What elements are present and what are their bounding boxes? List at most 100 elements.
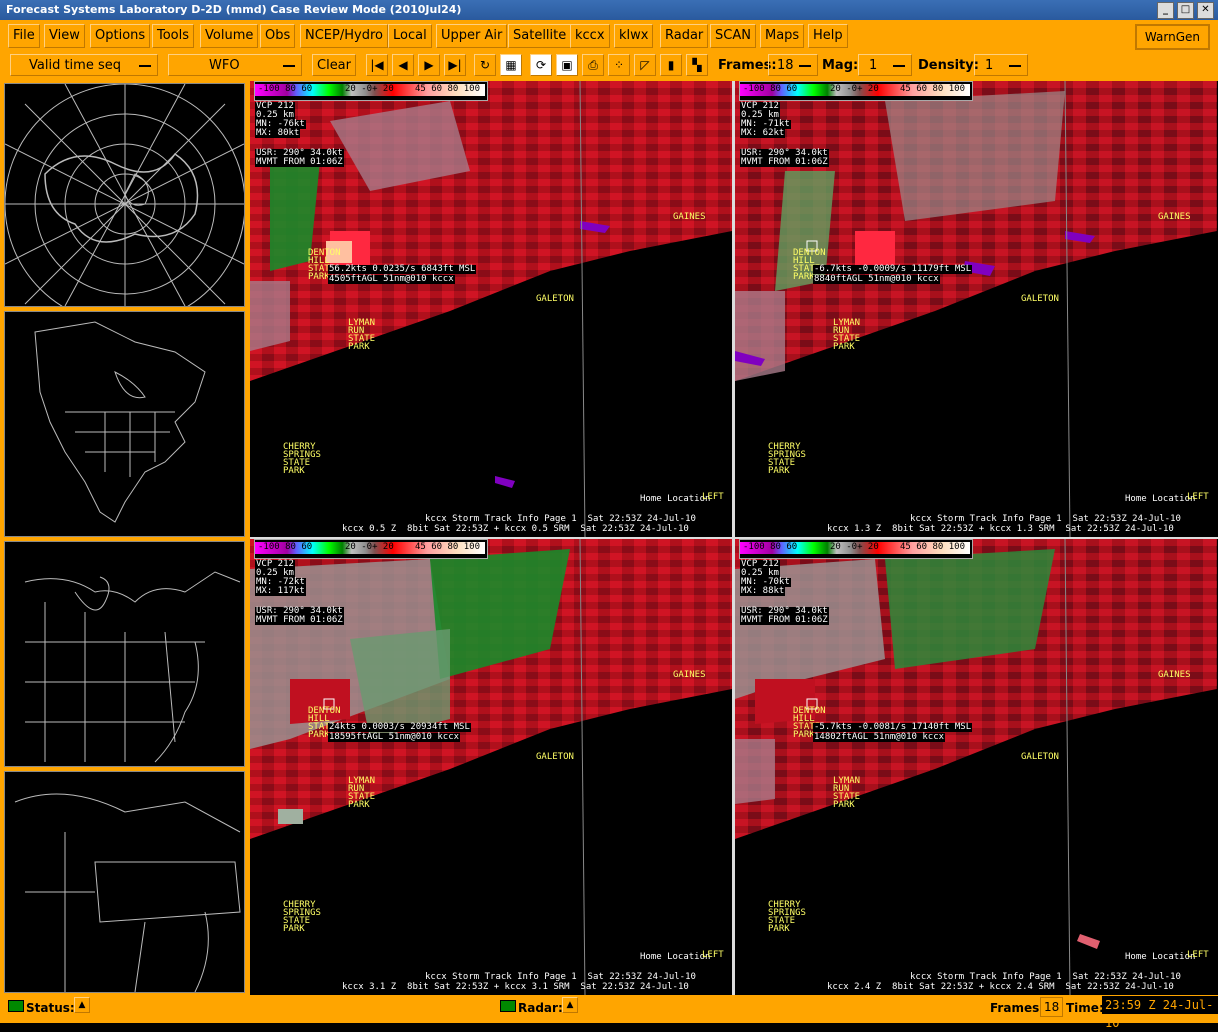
menu-scan[interactable]: SCAN [710,24,756,48]
storm-track-info: kccx Storm Track Info Page 1 Sat 22:53Z … [910,972,1181,982]
pane-divider-horizontal[interactable] [250,537,1218,539]
sample-probe-line2: 8840ftAGL 51nm@010 kccx [813,274,940,284]
baseline-icon[interactable]: ◸ [634,54,656,76]
thumbnail-eastern-us[interactable] [4,541,245,767]
menu-file[interactable]: File [8,24,40,48]
place-galeton: GALETON [1021,294,1059,304]
place-left: LEFT [702,492,724,502]
single-pane-icon[interactable]: ▮ [660,54,682,76]
menu-radar[interactable]: Radar [660,24,709,48]
menu-upper-air[interactable]: Upper Air [436,24,508,48]
menu-local[interactable]: Local [388,24,432,48]
status-expand-icon[interactable]: ▲ [74,997,90,1013]
sample-probe-line2: 4505ftAGL 51nm@010 kccx [328,274,455,284]
frames-value: 18 [777,58,794,73]
points-icon[interactable]: ⁘ [608,54,630,76]
menu-options[interactable]: Options [90,24,151,48]
warngen-button[interactable]: WarnGen [1134,24,1210,50]
next-frame-icon[interactable]: ▶ [418,54,440,76]
close-button[interactable]: ✕ [1197,2,1214,19]
refresh-icon[interactable]: ⟳ [530,54,552,76]
colorbar: -100 80 60 20 -0+ 20 45 60 80 100 [254,81,488,101]
menu-bar: File View Options Tools Volume Obs NCEP/… [0,20,1218,51]
place-gaines: GAINES [1158,212,1191,222]
color-table-icon[interactable]: ▣ [556,54,578,76]
toolbar: Valid time seq WFO Clear |◀ ◀ ▶ ▶| ↻ ▦ ⟳… [0,51,1218,81]
place-gaines: GAINES [673,212,706,222]
frames-dropdown[interactable]: 18 [768,54,818,76]
print-icon[interactable]: ⎙ [582,54,604,76]
colorbar-mid-labels: 20 -0+ 20 [345,542,394,552]
menu-view[interactable]: View [44,24,85,48]
place-lyman-run: LYMAN RUN STATE PARK [833,318,861,352]
storm-track-info: kccx Storm Track Info Page 1 Sat 22:53Z … [425,514,696,524]
mag-dropdown[interactable]: 1 [858,54,912,76]
radar-display-area[interactable]: -100 80 60 20 -0+ 20 45 60 80 100 VCP 21… [250,81,1218,995]
movement-text: MVMT FROM 01:06Z [740,615,829,625]
storm-track-info: kccx Storm Track Info Page 1 Sat 22:53Z … [910,514,1181,524]
maximize-button[interactable]: □ [1177,2,1194,19]
map-thumbnail-sidebar [0,81,250,995]
colorbar-mid-labels: 20 -0+ 20 [830,542,879,552]
mag-label: Mag: [822,58,859,73]
dropdown-arrow-icon [799,65,811,67]
sample-probe-line2: 18595ftAGL 51nm@010 kccx [328,732,461,742]
place-cherry-springs: CHERRY SPRINGS STATE PARK [768,442,806,476]
place-lyman-run: LYMAN RUN STATE PARK [348,318,376,352]
menu-maps[interactable]: Maps [760,24,805,48]
max-text: MX: 80kt [255,128,301,138]
sample-probe-line1: 56.2kts 0.0235/s 6843ft MSL [328,264,477,274]
menu-tools[interactable]: Tools [152,24,195,48]
north-america-map-graphic [34,321,206,523]
time-value: 23:59 Z 24-Jul-10 [1102,996,1218,1030]
menu-kccx[interactable]: kccx [570,24,610,48]
menu-klwx[interactable]: klwx [614,24,654,48]
status-indicator-icon [8,1000,24,1012]
wfo-dropdown[interactable]: WFO [168,54,302,76]
pane-legend: kccx 3.1 Z 8bit Sat 22:53Z + kccx 3.1 SR… [342,982,689,992]
colorbar-left-labels: -100 80 60 [258,84,313,94]
frames-status-label: Frames: [990,1001,1045,1015]
regional-map-graphic [14,793,241,993]
home-location-label: Home Location [1125,494,1196,504]
home-location-label: Home Location [1125,952,1196,962]
radar-pane-1-3[interactable]: -100 80 60 20 -0+ 20 45 60 80 100 VCP 21… [735,81,1217,537]
movement-text: MVMT FROM 01:06Z [740,157,829,167]
radar-pane-2-4[interactable]: -100 80 60 20 -0+ 20 45 60 80 100 VCP 21… [735,539,1217,995]
place-cherry-springs: CHERRY SPRINGS STATE PARK [283,900,321,934]
first-frame-icon[interactable]: |◀ [366,54,388,76]
thumbnail-northern-hemisphere[interactable] [4,83,246,325]
prev-frame-icon[interactable]: ◀ [392,54,414,76]
image-combo-icon[interactable]: ▦ [500,54,522,76]
place-left: LEFT [1187,492,1209,502]
minimize-button[interactable]: _ [1157,2,1174,19]
polar-map-graphic [4,83,246,325]
wfo-label: WFO [209,58,240,73]
colorbar-right-labels: 45 60 80 100 [415,84,481,94]
colorbar-left-labels: -100 80 60 [743,84,798,94]
clear-button[interactable]: Clear [312,54,356,76]
radar-pane-0-5[interactable]: -100 80 60 20 -0+ 20 45 60 80 100 VCP 21… [250,81,732,537]
valid-time-dropdown[interactable]: Valid time seq [10,54,158,76]
place-galeton: GALETON [1021,752,1059,762]
four-pane-icon[interactable]: ▚ [686,54,708,76]
radar-expand-icon[interactable]: ▲ [562,997,578,1013]
menu-ncep-hydro[interactable]: NCEP/Hydro [300,24,388,48]
dropdown-arrow-icon [283,65,295,67]
loop-icon[interactable]: ↻ [474,54,496,76]
status-label: Status: [26,1001,75,1015]
menu-help[interactable]: Help [808,24,848,48]
menu-satellite[interactable]: Satellite [508,24,572,48]
menu-obs[interactable]: Obs [260,24,296,48]
thumbnail-pennsylvania-region[interactable] [4,771,245,993]
colorbar-right-labels: 45 60 80 100 [900,84,966,94]
density-dropdown[interactable]: 1 [974,54,1028,76]
place-left: LEFT [702,950,724,960]
pane-legend: kccx 2.4 Z 8bit Sat 22:53Z + kccx 2.4 SR… [827,982,1174,992]
menu-volume[interactable]: Volume [200,24,259,48]
thumbnail-north-america[interactable] [4,311,245,537]
movement-text: MVMT FROM 01:06Z [255,615,344,625]
place-lyman-run: LYMAN RUN STATE PARK [833,776,861,810]
last-frame-icon[interactable]: ▶| [444,54,466,76]
radar-pane-3-1[interactable]: -100 80 60 20 -0+ 20 45 60 80 100 VCP 21… [250,539,732,995]
